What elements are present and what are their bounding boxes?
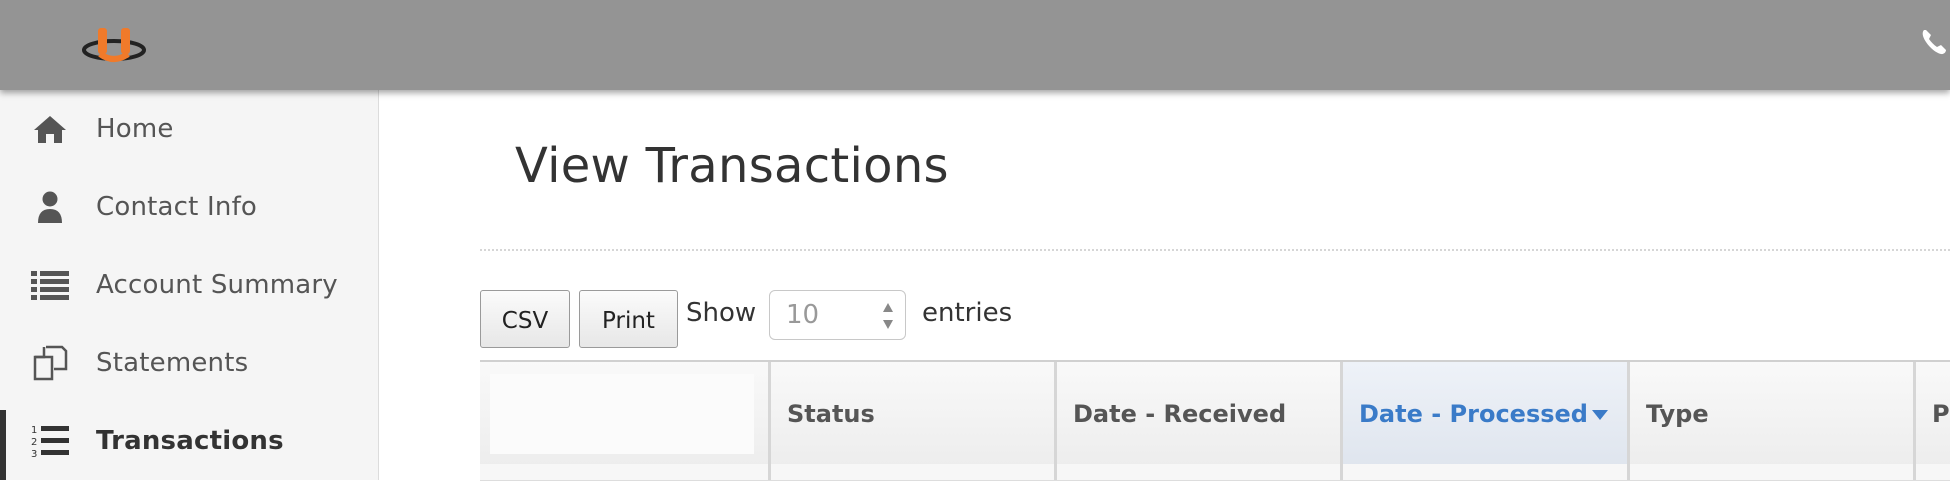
documents-icon — [30, 343, 70, 383]
sidebar-item-label: Contact Info — [96, 192, 258, 222]
page-title: View Transactions — [515, 138, 949, 194]
header-blank-cell — [490, 374, 754, 454]
column-header-type[interactable]: Type — [1627, 362, 1913, 466]
svg-text:2: 2 — [31, 437, 37, 448]
ring-logo-icon[interactable] — [78, 14, 150, 68]
table-cell-divider — [768, 464, 771, 480]
sidebar: Home Contact Info Account Summary Statem… — [0, 90, 379, 480]
top-header — [0, 0, 1950, 90]
table-cell-divider — [1627, 464, 1630, 480]
csv-button[interactable]: CSV — [480, 290, 570, 348]
sidebar-item-label: Statements — [96, 348, 249, 378]
print-button[interactable]: Print — [579, 290, 678, 348]
column-header-label: Status — [787, 400, 875, 428]
column-header-select[interactable] — [480, 362, 768, 466]
sidebar-item-label: Account Summary — [96, 270, 338, 300]
sidebar-item-account-summary[interactable]: Account Summary — [0, 246, 378, 324]
table-cell-divider — [1340, 464, 1343, 480]
column-header-date-received[interactable]: Date - Received — [1054, 362, 1340, 466]
sidebar-item-statements[interactable]: Statements — [0, 324, 378, 402]
home-icon — [30, 109, 70, 149]
sidebar-item-label: Transactions — [96, 426, 284, 456]
sort-descending-icon — [1592, 410, 1608, 420]
entries-select[interactable]: 10 — [769, 290, 906, 340]
sidebar-item-transactions[interactable]: 1 2 3 Transactions — [0, 402, 378, 480]
column-header-status[interactable]: Status — [768, 362, 1054, 466]
user-icon — [30, 187, 70, 227]
column-header-date-processed[interactable]: Date - Processed — [1340, 362, 1627, 466]
column-header-label: Date - Processed — [1359, 400, 1588, 428]
column-header-label: Pa — [1932, 400, 1950, 428]
entries-label: entries — [922, 298, 1013, 328]
sidebar-item-label: Home — [96, 114, 174, 144]
table-cell-divider — [1913, 464, 1916, 480]
sidebar-item-home[interactable]: Home — [0, 90, 378, 168]
table-row[interactable] — [480, 464, 1950, 481]
list-icon — [30, 265, 70, 305]
svg-text:1: 1 — [31, 425, 37, 436]
phone-icon[interactable] — [1918, 26, 1950, 58]
divider — [480, 249, 1950, 251]
show-label: Show — [686, 298, 757, 328]
column-header-label: Date - Received — [1073, 400, 1287, 428]
sidebar-item-contact-info[interactable]: Contact Info — [0, 168, 378, 246]
table-header: Status Date - Received Date - Processed … — [480, 360, 1950, 468]
ordered-list-icon: 1 2 3 — [30, 421, 70, 461]
column-header-label: Type — [1646, 400, 1709, 428]
svg-text:3: 3 — [31, 449, 37, 459]
column-header-pa[interactable]: Pa — [1913, 362, 1950, 466]
entries-value: 10 — [786, 300, 820, 330]
table-cell-divider — [1054, 464, 1057, 480]
stepper-arrows-icon[interactable] — [881, 300, 895, 332]
